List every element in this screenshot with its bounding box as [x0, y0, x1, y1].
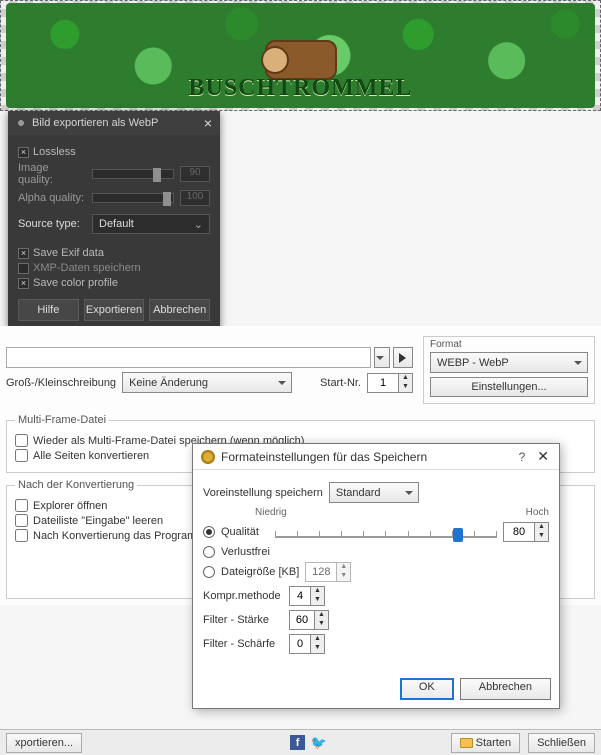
lossless-radio[interactable] [203, 546, 215, 558]
quality-label: Qualität [221, 526, 269, 538]
close-button[interactable]: Schließen [528, 733, 595, 753]
multiframe-legend: Multi-Frame-Datei [15, 414, 109, 426]
help-icon[interactable]: ? [519, 450, 526, 464]
color-profile-check[interactable]: ×Save color profile [18, 277, 210, 289]
gimp-icon [14, 116, 28, 130]
preset-select[interactable]: Standard [329, 482, 419, 503]
alpha-quality-slider[interactable] [92, 193, 174, 203]
format-settings-button[interactable]: Einstellungen... [430, 377, 588, 397]
filesize-spinner[interactable]: ▲▼ [305, 562, 351, 582]
format-settings-dialog: Formateinstellungen für das Speichern ? … [192, 443, 560, 709]
image-quality-slider[interactable] [92, 169, 174, 179]
modal-titlebar: Formateinstellungen für das Speichern ? … [193, 444, 559, 470]
close-icon[interactable]: × [202, 115, 214, 131]
footer-export-button[interactable]: xportieren... [6, 733, 82, 753]
start-nr-label: Start-Nr. [320, 377, 361, 389]
filter-sharp-spinner[interactable]: ▲▼ [289, 634, 325, 654]
source-type-select[interactable]: Default [92, 214, 210, 234]
format-label: Format [430, 339, 588, 350]
app-icon [201, 450, 215, 464]
modal-title-text: Formateinstellungen für das Speichern [221, 450, 427, 464]
quality-spinner[interactable]: ▲▼ [503, 522, 549, 542]
canvas-checker: BUSCHTROMMEL [0, 0, 601, 111]
filesize-radio[interactable] [203, 566, 215, 578]
after-legend: Nach der Konvertierung [15, 479, 137, 491]
quality-radio[interactable] [203, 526, 215, 538]
xmp-check[interactable]: XMP-Daten speichern [18, 262, 210, 274]
filter-strength-spinner[interactable]: ▲▼ [289, 610, 329, 630]
source-type-label: Source type: [18, 218, 86, 230]
quality-slider[interactable] [275, 522, 497, 542]
gimp-titlebar: Bild exportieren als WebP × [8, 111, 220, 135]
preset-label: Voreinstellung speichern [203, 487, 323, 499]
alpha-quality-value[interactable]: 100 [180, 190, 210, 206]
log-icon [265, 40, 337, 80]
start-nr-spinner[interactable]: ▲▼ [367, 373, 413, 393]
play-button[interactable] [393, 347, 413, 368]
close-icon[interactable]: ✕ [535, 448, 551, 465]
footer-bar: xportieren... f 🐦 Starten Schließen [0, 729, 601, 755]
banner-text: BUSCHTROMMEL [188, 75, 412, 102]
folder-icon [460, 738, 473, 748]
axis-high: Hoch [526, 507, 549, 518]
gimp-export-panel: Bild exportieren als WebP × ×Lossless Im… [8, 111, 220, 331]
format-select[interactable]: WEBP - WebP [430, 352, 588, 373]
alpha-quality-label: Alpha quality: [18, 192, 86, 204]
start-button[interactable]: Starten [451, 733, 520, 753]
image-quality-value[interactable]: 90 [180, 166, 210, 182]
image-quality-label: Image quality: [18, 162, 86, 186]
filesize-label: Dateigröße [KB] [221, 566, 299, 578]
save-exif-check[interactable]: ×Save Exif data [18, 247, 210, 259]
cancel-button[interactable]: Abbrechen [149, 299, 210, 321]
compr-spinner[interactable]: ▲▼ [289, 586, 325, 606]
gimp-title-text: Bild exportieren als WebP [32, 117, 158, 129]
compr-label: Kompr.methode [203, 590, 283, 602]
twitter-icon[interactable]: 🐦 [311, 735, 326, 750]
case-label: Groß-/Kleinschreibung [6, 377, 116, 389]
facebook-icon[interactable]: f [290, 735, 305, 750]
case-select[interactable]: Keine Änderung [122, 372, 292, 393]
lossless-label: Verlustfrei [221, 546, 270, 558]
filter-strength-label: Filter - Stärke [203, 614, 283, 626]
lossless-check[interactable]: ×Lossless [18, 146, 210, 158]
help-button[interactable]: Hilfe [18, 299, 79, 321]
format-group: Format WEBP - WebP Einstellungen... [423, 336, 595, 404]
banner-image: BUSCHTROMMEL [6, 3, 595, 108]
pattern-input[interactable] [6, 347, 371, 368]
pattern-dropdown[interactable] [374, 347, 390, 368]
export-button[interactable]: Exportieren [84, 299, 145, 321]
modal-cancel-button[interactable]: Abbrechen [460, 678, 551, 700]
axis-low: Niedrig [255, 507, 287, 518]
ok-button[interactable]: OK [400, 678, 454, 700]
filter-sharp-label: Filter - Schärfe [203, 638, 283, 650]
